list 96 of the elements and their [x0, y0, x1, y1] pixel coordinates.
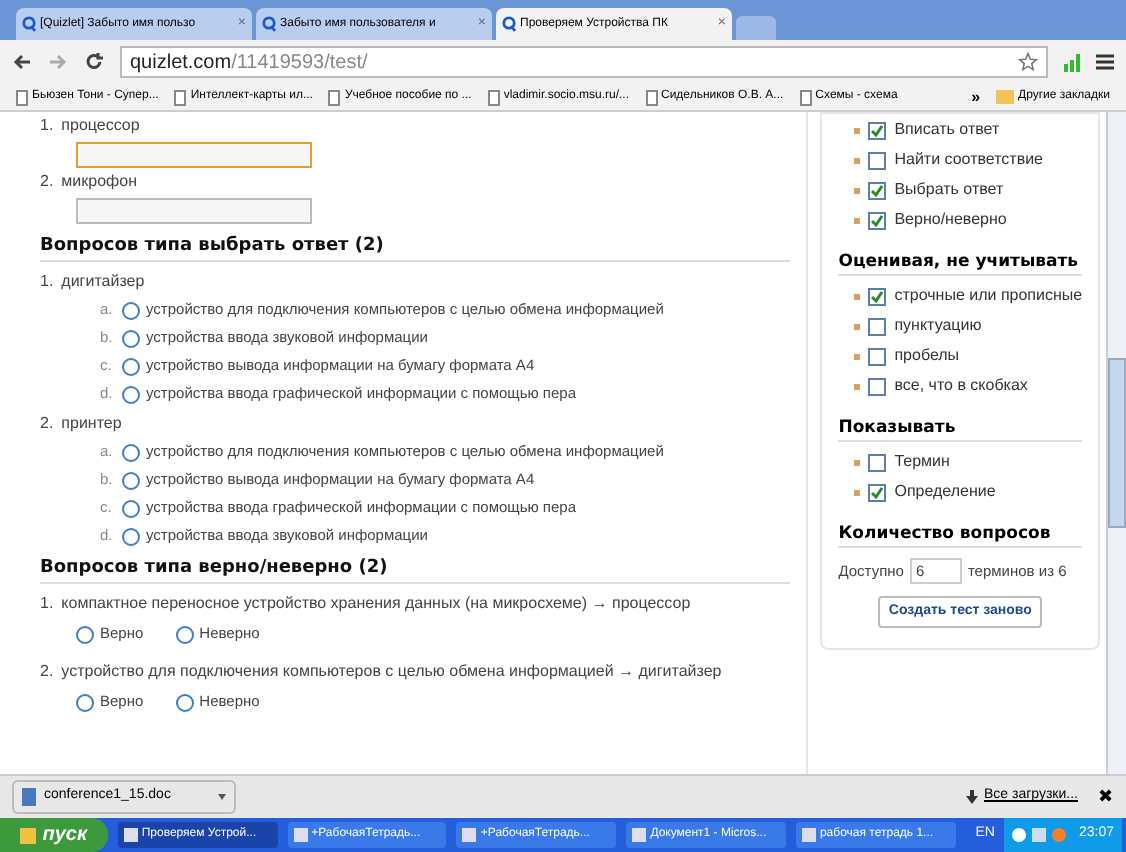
checkbox[interactable]: [868, 453, 887, 471]
option-label: Выбрать ответ: [894, 180, 1004, 200]
radio-button[interactable]: [122, 385, 140, 403]
question-prompt: дигитайзер: [61, 272, 145, 292]
app-icon: [462, 828, 477, 842]
checkmark-icon: [870, 213, 885, 227]
option-label: Верно/неверно: [894, 210, 1007, 230]
menu-icon[interactable]: [1096, 54, 1114, 70]
question-number: 2.: [40, 414, 54, 434]
checkmark-icon: [870, 289, 885, 303]
bullet-icon: [854, 353, 861, 359]
question-prompt: устройство для подключения компьютеров с целью обмена информацией → дигитайзер: [61, 662, 722, 682]
panel-heading: Оценивая, не учитывать: [838, 252, 1083, 276]
question-number: 1.: [40, 272, 54, 292]
option-label: Найти соответствие: [894, 150, 1043, 170]
checkbox[interactable]: [868, 151, 887, 169]
star-icon[interactable]: [1018, 52, 1038, 72]
radio-button[interactable]: [122, 527, 140, 545]
folder-icon: [996, 90, 1015, 104]
checkbox[interactable]: [868, 347, 887, 365]
bullet-icon: [854, 459, 861, 465]
bullet-icon: [854, 383, 861, 389]
page-icon: [799, 89, 812, 105]
option-label: все, что в скобках: [894, 376, 1028, 396]
question-number: 2.: [40, 662, 54, 682]
bullet-icon: [854, 293, 861, 299]
back-icon[interactable]: [12, 52, 32, 72]
windows-logo-icon: [20, 827, 37, 843]
question-prompt: принтер: [61, 414, 122, 434]
checkmark-icon: [870, 485, 885, 499]
radio-button[interactable]: [122, 301, 140, 319]
checkbox[interactable]: [868, 121, 887, 139]
bullet-icon: [854, 157, 861, 163]
panel-heading: Количество вопросов: [838, 524, 1083, 548]
option-label: Определение: [894, 482, 996, 502]
page-icon: [328, 89, 341, 105]
scrollbar[interactable]: [1106, 112, 1126, 774]
option-label: пунктуацию: [894, 316, 982, 336]
bullet-icon: [854, 489, 861, 495]
option-label: пробелы: [894, 346, 960, 366]
radio-button[interactable]: [175, 625, 194, 643]
app-icon: [801, 828, 816, 842]
checkmark-icon: [870, 123, 885, 137]
download-icon: [966, 790, 978, 804]
document-icon: [22, 788, 36, 806]
app-icon: [123, 828, 138, 842]
option-label: строчные или прописные: [894, 286, 1083, 306]
checkbox[interactable]: [868, 287, 887, 305]
address-field[interactable]: quizlet.com/11419593/test/: [120, 46, 1048, 78]
page-icon: [645, 89, 657, 105]
bullet-icon: [854, 127, 861, 133]
page-icon: [16, 89, 28, 105]
question-number: 1.: [40, 594, 54, 614]
more-bookmarks-button[interactable]: »: [971, 85, 981, 109]
scrollbar-thumb[interactable]: [1108, 358, 1126, 528]
radio-button[interactable]: [122, 357, 140, 375]
bullet-icon: [854, 323, 861, 329]
radio-button[interactable]: [175, 693, 194, 711]
radio-button[interactable]: [122, 443, 140, 461]
answer-field[interactable]: [76, 142, 312, 168]
radio-button[interactable]: [122, 499, 140, 517]
page-icon: [174, 89, 187, 105]
checkbox[interactable]: [868, 181, 887, 199]
radio-button[interactable]: [76, 693, 94, 711]
option-label: Вписать ответ: [894, 120, 1000, 140]
question-term: микрофон: [61, 172, 137, 192]
section-heading: Вопросов типа верно/неверно (2): [40, 558, 791, 584]
radio-button[interactable]: [122, 329, 140, 347]
checkbox[interactable]: [868, 317, 887, 335]
site-logo-icon: [502, 16, 516, 32]
option-label: Термин: [894, 452, 950, 472]
radio-button[interactable]: [122, 471, 140, 489]
start-button[interactable]: пуск: [0, 818, 108, 852]
checkbox[interactable]: [868, 483, 887, 501]
answer-field[interactable]: [76, 198, 312, 224]
question-number: 1.: [40, 116, 54, 136]
question-prompt: компактное переносное устройство хранения данных (на микросхеме) → процессор: [61, 594, 691, 614]
bullet-icon: [854, 217, 861, 223]
checkmark-icon: [870, 183, 885, 197]
panel-heading: Показывать: [838, 418, 1083, 442]
checkbox[interactable]: [868, 377, 887, 395]
checkbox[interactable]: [868, 211, 887, 229]
radio-button[interactable]: [76, 625, 94, 643]
question-term: процессор: [61, 116, 140, 136]
caret-icon: [218, 794, 226, 800]
signal-bars-icon: [1064, 53, 1080, 71]
site-logo-icon: [262, 16, 276, 32]
page-icon: [487, 89, 500, 105]
question-number: 2.: [40, 172, 54, 192]
app-icon: [632, 828, 647, 842]
bullet-icon: [854, 187, 861, 193]
app-icon: [293, 828, 308, 842]
reload-icon[interactable]: [84, 52, 104, 72]
section-heading: Вопросов типа выбрать ответ (2): [40, 236, 791, 262]
site-logo-icon: [22, 16, 36, 32]
close-icon[interactable]: ✖: [1098, 783, 1114, 811]
